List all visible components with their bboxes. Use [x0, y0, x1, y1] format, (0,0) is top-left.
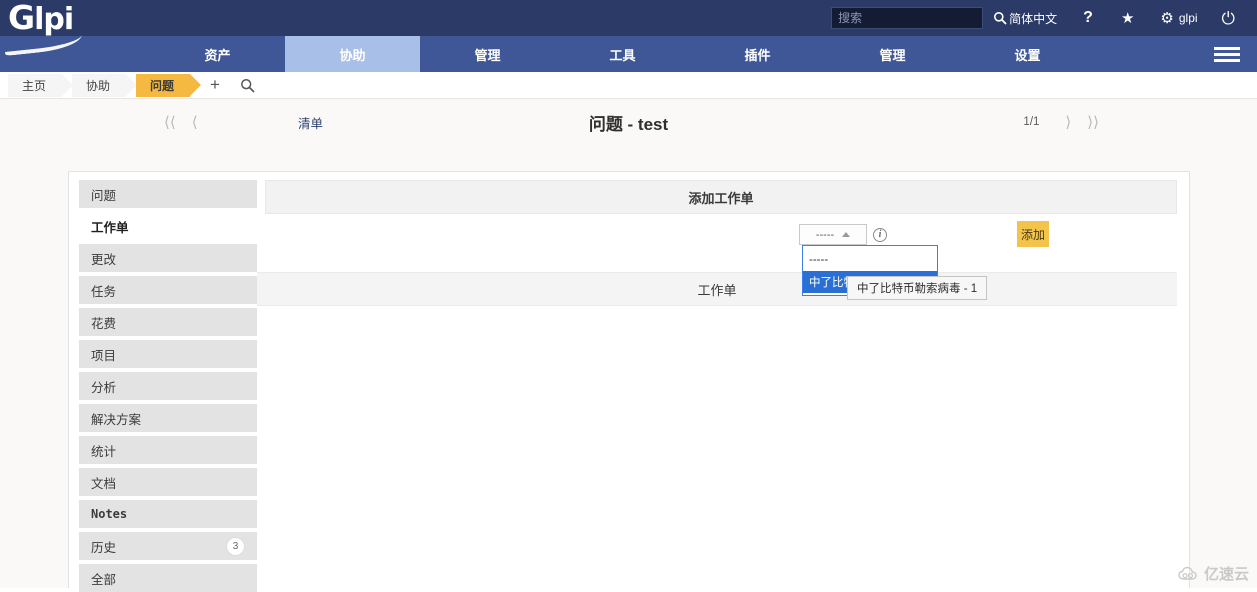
ticket-select-value: ----- [815, 228, 835, 241]
hamburger-menu-icon[interactable] [1197, 36, 1257, 72]
breadcrumb-search-icon[interactable] [230, 78, 265, 93]
sidebar-item-label: Notes [91, 507, 128, 521]
sidebar-item-label: 文档 [91, 476, 117, 491]
page-body: ⟨⟨ ⟨ 清单 问题 - test 1/1 ⟩ ⟩⟩ 问题 工作单 更改 任务 [0, 99, 1257, 592]
history-count-badge: 3 [226, 536, 245, 556]
burger-bar-2 [1214, 52, 1240, 56]
sidebar-item-label: 统计 [91, 444, 117, 459]
glpi-logo[interactable]: Glpi [0, 0, 150, 57]
sidebar-item-analysis[interactable]: 分析 [79, 372, 257, 400]
top-header-bar: Glpi 简体中文 ? ★ ⚙ glpi ⏻ [0, 0, 1257, 57]
sidebar-item-costs[interactable]: 花费 [79, 308, 257, 336]
sidebar-item-label: 全部 [91, 572, 117, 587]
sidebar-item-label: 花费 [91, 316, 117, 331]
sidebar-item-label: 历史 [91, 540, 117, 555]
record-pagination: 1/1 ⟩ ⟩⟩ [1023, 113, 1107, 131]
nav-item-plugins[interactable]: 插件 [690, 36, 825, 72]
global-search-box[interactable] [831, 7, 1007, 29]
sidebar-item-projects[interactable]: 项目 [79, 340, 257, 368]
sidebar-item-label: 更改 [91, 252, 117, 267]
cloud-icon [1178, 566, 1197, 580]
logo-lpi-text: lpi [34, 2, 74, 37]
sidebar-item-changes[interactable]: 更改 [79, 244, 257, 272]
content-card: 问题 工作单 更改 任务 花费 项目 分析 解决方案 统计 文档 Notes 历… [68, 171, 1190, 592]
chevron-up-icon[interactable] [842, 232, 851, 237]
power-icon[interactable]: ⏻ [1222, 10, 1235, 27]
sidebar-item-documents[interactable]: 文档 [79, 468, 257, 496]
info-icon[interactable]: i [873, 227, 887, 242]
nav-item-tools[interactable]: 工具 [555, 36, 690, 72]
last-record-icon[interactable]: ⟩⟩ [1079, 113, 1107, 131]
user-preferences[interactable]: ⚙ glpi [1148, 0, 1209, 36]
nav-item-assistance[interactable]: 协助 [285, 36, 420, 72]
nav-item-administration[interactable]: 管理 [825, 36, 960, 72]
main-panel: 添加工作单 ----- i 添加 ----- 中了比特币勒索病毒 - 1 工作单… [257, 172, 1189, 588]
ticket-select-group: ----- i [799, 224, 887, 245]
sidebar-item-statistics[interactable]: 统计 [79, 436, 257, 464]
sidebar-item-label: 工作单 [91, 220, 129, 235]
breadcrumb-item-home[interactable]: 主页 [8, 73, 74, 97]
sidebar-item-problem[interactable]: 问题 [79, 180, 257, 208]
sidebar-item-tasks[interactable]: 任务 [79, 276, 257, 304]
record-title-row: ⟨⟨ ⟨ 清单 问题 - test 1/1 ⟩ ⟩⟩ [0, 99, 1257, 145]
logo-g-mark: G [8, 0, 35, 37]
page-counter: 1/1 [1023, 116, 1040, 128]
sidebar-item-label: 分析 [91, 380, 117, 395]
main-navigation: 资产 协助 管理 工具 插件 管理 设置 [0, 36, 1257, 72]
ticket-select[interactable]: ----- [799, 224, 867, 245]
sidebar-item-label: 项目 [91, 348, 117, 363]
add-icon[interactable]: + [200, 75, 230, 95]
dropdown-tooltip: 中了比特币勒索病毒 - 1 [847, 276, 988, 300]
star-icon[interactable]: ★ [1107, 0, 1148, 36]
nav-item-management[interactable]: 管理 [420, 36, 555, 72]
record-tabs-sidebar: 问题 工作单 更改 任务 花费 项目 分析 解决方案 统计 文档 Notes 历… [69, 172, 257, 592]
sidebar-item-history[interactable]: 历史 3 [79, 532, 257, 560]
logo-text: Glpi [8, 0, 74, 37]
gear-icon[interactable]: ⚙ [1160, 11, 1173, 26]
sidebar-item-label: 解决方案 [91, 412, 142, 427]
nav-item-setup[interactable]: 设置 [960, 36, 1095, 72]
sidebar-item-label: 问题 [91, 188, 117, 203]
breadcrumb: 主页 协助 问题 + [0, 72, 1257, 99]
sidebar-item-notes[interactable]: Notes [79, 500, 257, 528]
sidebar-item-tickets[interactable]: 工作单 [79, 212, 257, 240]
nav-item-assets[interactable]: 资产 [150, 36, 285, 72]
sidebar-item-solution[interactable]: 解决方案 [79, 404, 257, 432]
global-search-input[interactable] [838, 11, 994, 25]
burger-bar-3 [1214, 58, 1240, 62]
watermark: 亿速云 [1178, 563, 1249, 584]
header-actions: 简体中文 ? ★ ⚙ glpi ⏻ [831, 0, 1257, 36]
help-icon[interactable]: ? [1069, 0, 1107, 36]
add-button[interactable]: 添加 [1017, 221, 1049, 247]
burger-bar-1 [1214, 46, 1240, 50]
username-label: glpi [1178, 11, 1198, 25]
sidebar-item-label: 任务 [91, 284, 117, 299]
language-selector[interactable]: 简体中文 [997, 0, 1069, 36]
next-record-icon[interactable]: ⟩ [1057, 113, 1079, 131]
add-ticket-form-row: ----- i 添加 ----- 中了比特币勒索病毒 - 1 [265, 214, 1177, 296]
dropdown-option-empty[interactable]: ----- [803, 249, 937, 271]
breadcrumb-item-assistance[interactable]: 协助 [72, 73, 138, 97]
add-ticket-panel-title: 添加工作单 [265, 180, 1177, 214]
ticket-list-panel-title: 工作单 [257, 272, 1177, 306]
breadcrumb-item-problems[interactable]: 问题 [136, 73, 202, 97]
watermark-text: 亿速云 [1203, 566, 1249, 583]
logout-button[interactable]: ⏻ [1210, 0, 1247, 36]
